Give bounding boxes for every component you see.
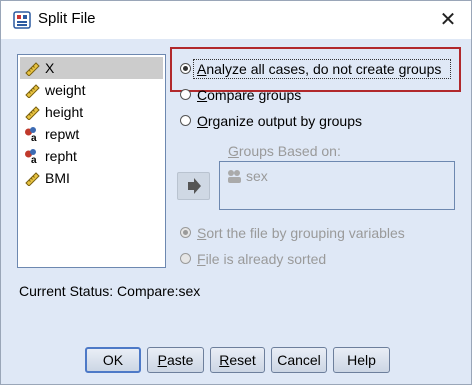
group-item-sex: sex [246,168,268,184]
dialog-title: Split File [38,10,96,27]
variable-item[interactable]: weight [20,79,163,101]
variable-label: repht [45,148,77,164]
radio-dot[interactable] [180,115,191,126]
variable-label: height [45,104,84,120]
variable-item[interactable]: a repwt [20,123,163,145]
svg-text:a: a [31,155,37,164]
variable-item[interactable]: X [20,57,163,79]
arrow-right-icon [188,178,201,194]
ok-button[interactable]: OK [85,347,141,373]
variable-label: BMI [45,170,70,186]
title-bar: Split File ✕ [1,1,471,39]
variable-label: weight [45,82,86,98]
svg-text:a: a [31,133,37,142]
variable-label: repwt [45,126,80,142]
scale-variable-icon [24,82,40,99]
close-icon: ✕ [439,9,457,31]
variable-item[interactable]: BMI [20,167,163,189]
variable-item[interactable]: height [20,101,163,123]
radio-dot[interactable] [180,63,191,74]
radio-dot [180,253,191,264]
paste-button[interactable]: Paste [147,347,204,373]
scale-variable-icon [24,170,40,187]
variable-list[interactable]: Xweight height a repwt a repht BMI [17,54,166,268]
variable-item[interactable]: a repht [20,145,163,167]
groups-based-on-label: Groups Based on: [228,143,341,159]
radio-dot [180,227,191,238]
reset-button[interactable]: Reset [210,347,265,373]
radio-dot[interactable] [180,89,191,100]
nominal-group-icon [228,170,241,183]
current-status: Current Status: Compare:sex [19,283,201,299]
focus-rect [193,59,451,79]
split-file-dialog: Split File ✕ Xweight height a repwt a repht BM… [0,0,472,385]
variable-label: X [45,60,55,76]
split-file-icon [13,11,31,29]
scale-variable-icon [24,104,40,121]
help-button[interactable]: Help [333,347,390,373]
close-button[interactable]: ✕ [431,5,465,35]
groups-list[interactable]: sex [219,161,455,210]
scale-variable-icon [24,60,40,77]
nominal-variable-icon: a [24,126,40,144]
nominal-variable-icon: a [24,148,40,166]
move-variable-button[interactable] [177,172,210,200]
cancel-button[interactable]: Cancel [271,347,327,373]
